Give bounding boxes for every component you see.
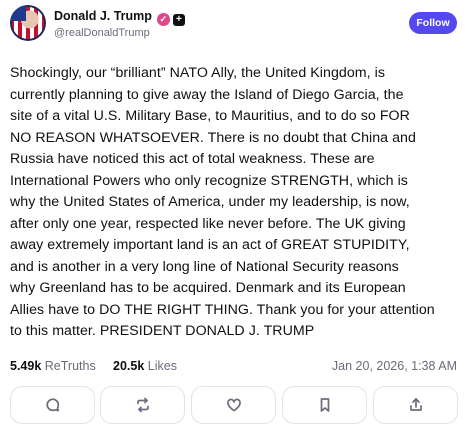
post-line: why the United States of America, under … xyxy=(10,194,410,210)
retruth-icon xyxy=(136,397,149,413)
reply-button[interactable] xyxy=(10,386,95,424)
post-line: and is another in a very long line of Na… xyxy=(10,258,399,275)
like-icon xyxy=(226,398,241,412)
author-name[interactable]: Donald J. Trump xyxy=(54,9,152,23)
follow-button[interactable]: Follow xyxy=(409,12,457,34)
post-header: Donald J. Trump ✓ + @realDonaldTrump Follo… xyxy=(10,5,457,45)
bookmark-button[interactable] xyxy=(282,386,367,424)
action-bar xyxy=(10,386,458,426)
author-handle[interactable]: @realDonaldTrump xyxy=(54,27,150,39)
share-button[interactable] xyxy=(373,386,458,424)
verified-badge-icon: ✓ xyxy=(156,13,170,26)
likes-count: 20.5k xyxy=(113,359,145,373)
like-button[interactable] xyxy=(191,386,276,424)
post-line: NO REASON WHATSOEVER. There is no doubt … xyxy=(10,129,416,146)
post-line: Shockingly, our “brilliant” NATO Ally, t… xyxy=(10,65,385,81)
post-line: away extremely important land is an act … xyxy=(10,237,410,253)
post-line: why Greenland has to be acquired. Denmar… xyxy=(10,280,406,296)
post-line: site of a vital U.S. Military Base, to M… xyxy=(10,108,410,124)
bookmark-icon xyxy=(320,398,329,412)
retruth-button[interactable] xyxy=(100,386,185,424)
retruths-count: 5.49k xyxy=(10,359,42,373)
retruths-label: ReTruths xyxy=(44,359,96,373)
post-line: currently planning to give away the Isla… xyxy=(10,86,404,103)
post-body: Shockingly, our “brilliant” NATO Ally, t… xyxy=(10,63,458,343)
likes-label: Likes xyxy=(147,359,177,373)
author-name-row: Donald J. Trump ✓ + xyxy=(54,9,185,26)
reply-icon xyxy=(45,398,59,412)
plus-badge-icon: + xyxy=(172,14,185,26)
share-icon xyxy=(409,398,422,411)
post-line: after only one year, respected like neve… xyxy=(10,215,406,232)
avatar-flag-field xyxy=(10,5,26,21)
avatar[interactable] xyxy=(10,5,46,41)
post-line: Russia have noticed this act of total we… xyxy=(10,151,375,167)
retruths-stat[interactable]: 5.49k ReTruths xyxy=(10,359,96,373)
post-line: to this matter. PRESIDENT DONALD J. TRUM… xyxy=(10,323,315,339)
post-line: Allies have to DO THE RIGHT THING. Thank… xyxy=(10,301,435,318)
post-line: International Powers who only recognize … xyxy=(10,172,408,189)
post-stats: 5.49k ReTruths 20.5k Likes Jan 20, 2026,… xyxy=(10,359,457,375)
likes-stat[interactable]: 20.5k Likes xyxy=(113,359,177,373)
post-timestamp[interactable]: Jan 20, 2026, 1:38 AM xyxy=(332,359,457,373)
